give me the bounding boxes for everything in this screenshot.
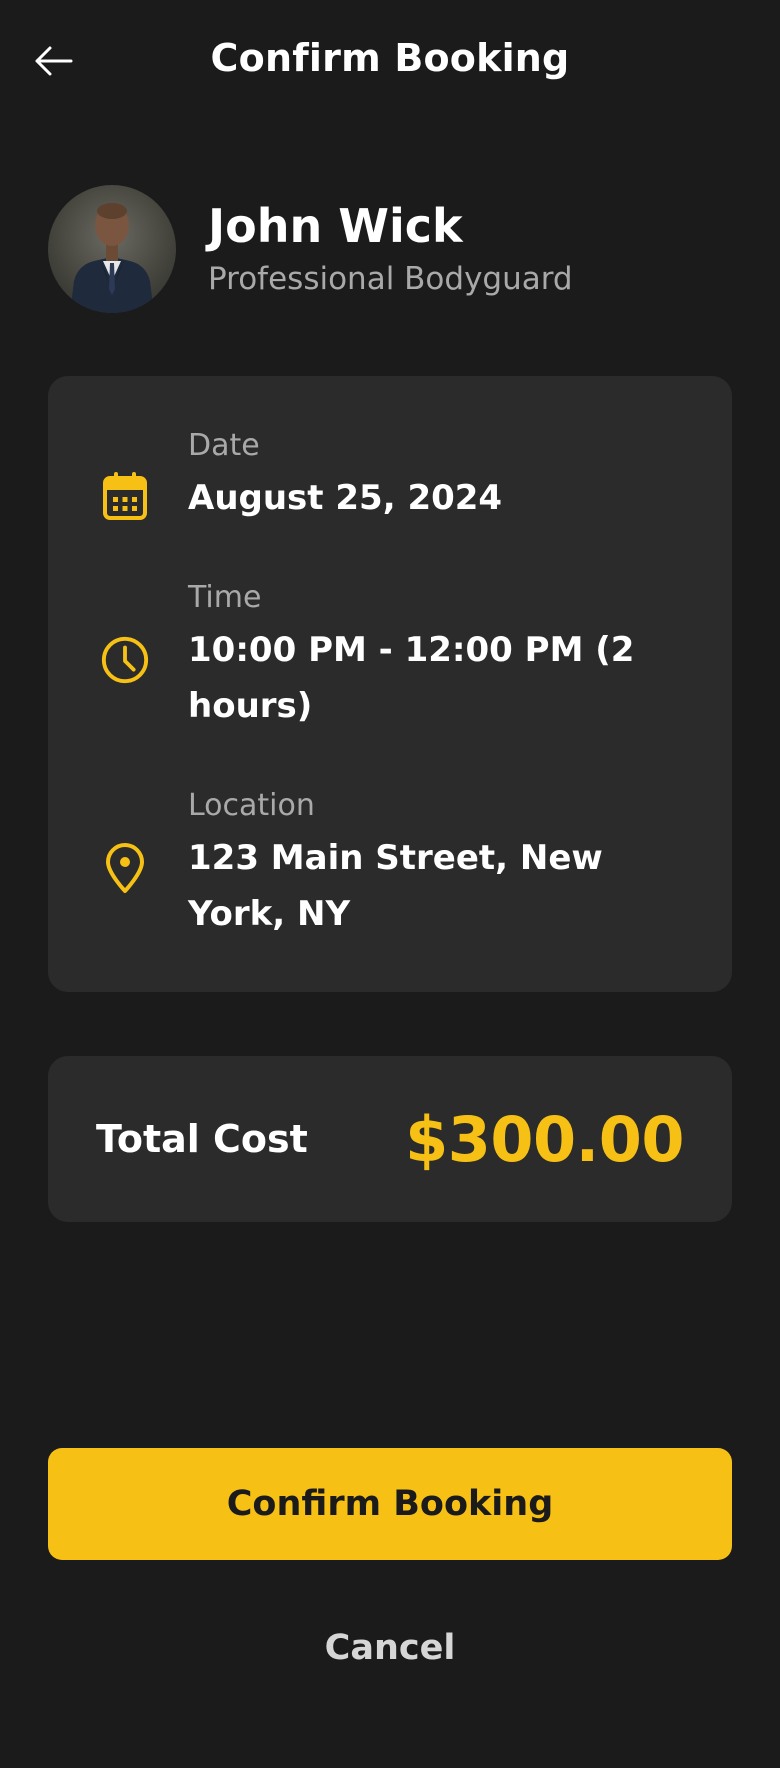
page-title: Confirm Booking <box>210 36 570 80</box>
detail-label: Date <box>188 428 260 463</box>
cancel-button[interactable]: Cancel <box>240 1610 540 1686</box>
provider-role: Professional Bodyguard <box>208 261 573 298</box>
total-cost-value: $300.00 <box>405 1102 684 1176</box>
booking-details-card: Date August 25, 2024 Time 10:00 PM - 12:… <box>48 376 732 992</box>
detail-text-date: Date August 25, 2024 <box>188 428 688 526</box>
detail-text-time: Time 10:00 PM - 12:00 PM (2 hours) <box>188 580 688 734</box>
map-pin-icon <box>100 840 150 896</box>
detail-value: August 25, 2024 <box>188 478 503 518</box>
detail-label: Time <box>188 580 262 615</box>
total-cost-label: Total Cost <box>96 1117 308 1161</box>
confirm-booking-button[interactable]: Confirm Booking <box>48 1448 732 1560</box>
detail-label: Location <box>188 788 315 823</box>
calendar-icon <box>100 468 150 524</box>
app-header: Confirm Booking <box>0 0 780 120</box>
provider-profile: John Wick Professional Bodyguard <box>48 184 738 314</box>
detail-value: 123 Main Street, New York, NY <box>188 838 603 934</box>
clock-icon <box>100 632 150 688</box>
detail-text-location: Location 123 Main Street, New York, NY <box>188 788 688 942</box>
profile-text: John Wick Professional Bodyguard <box>208 201 573 298</box>
person-portrait-image <box>70 203 154 313</box>
confirm-booking-screen: Confirm Booking John Wick Professional B… <box>0 0 780 1768</box>
detail-value: 10:00 PM - 12:00 PM (2 hours) <box>188 630 635 726</box>
avatar <box>48 185 176 313</box>
provider-name: John Wick <box>208 198 463 253</box>
total-cost-card: Total Cost $300.00 <box>48 1056 732 1222</box>
